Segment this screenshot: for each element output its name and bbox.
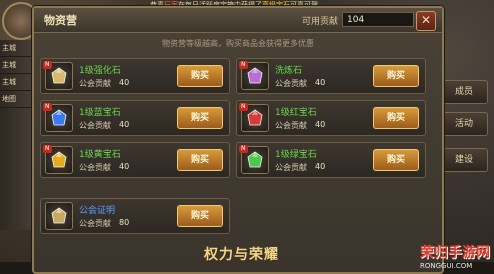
close-button[interactable]: ✕ <box>416 11 436 31</box>
item-name: 1级绿宝石 <box>275 150 317 160</box>
cost-label: 公会贡献 <box>79 163 111 172</box>
new-badge: N <box>239 103 248 111</box>
left-sidebar: 主城 主城 主城 地图 <box>0 40 36 230</box>
panel-header: 物资营 可用贡献 104 ✕ <box>34 8 442 33</box>
cost-label: 公会贡献 <box>79 121 111 130</box>
item-name: 1级蓝宝石 <box>79 108 121 118</box>
item-icon-slot[interactable] <box>45 202 73 230</box>
item-icon-slot[interactable]: N <box>43 103 73 132</box>
cost-label: 公会贡献 <box>79 79 111 88</box>
cost-value: 40 <box>315 162 326 171</box>
cost-label: 公会贡献 <box>79 219 111 228</box>
panel-title: 物资营 <box>44 14 77 27</box>
contribution-label: 可用贡献 <box>302 17 339 27</box>
gem-icon <box>50 67 68 85</box>
sidebar-label[interactable]: 主城 <box>0 57 36 74</box>
new-badge: N <box>43 61 52 69</box>
item-icon-slot[interactable]: N <box>239 103 269 132</box>
item-icon-slot[interactable]: N <box>239 145 269 174</box>
item-card: N 1级强化石公会贡献 40 购买 <box>40 58 230 94</box>
contribution-value: 104 <box>342 12 414 27</box>
item-card: N 1级绿宝石公会贡献 40 购买 <box>236 142 426 178</box>
new-badge: N <box>43 103 52 111</box>
cost-value: 40 <box>119 78 130 87</box>
buy-button[interactable]: 购买 <box>373 65 419 87</box>
activity-button[interactable]: 活动 <box>440 112 488 136</box>
item-icon-slot[interactable]: N <box>43 61 73 90</box>
sidebar-label[interactable]: 地图 <box>0 91 36 108</box>
new-badge: N <box>43 145 52 153</box>
supply-camp-panel: 物资营 可用贡献 104 ✕ 物资营等级越高，购买商品会获得更多优惠 N 1级强化… <box>32 6 444 274</box>
gem-icon <box>246 67 264 85</box>
buy-button[interactable]: 购买 <box>177 65 223 87</box>
new-badge: N <box>239 145 248 153</box>
game-logo: 权力与荣耀 <box>204 247 279 263</box>
cost-label: 公会贡献 <box>275 121 307 130</box>
gem-icon <box>246 109 264 127</box>
cost-value: 40 <box>119 120 130 129</box>
item-name: 1级强化石 <box>79 66 121 76</box>
gem-icon <box>50 109 68 127</box>
cost-value: 40 <box>315 120 326 129</box>
item-name: 1级黄宝石 <box>79 150 121 160</box>
site-watermark: 荣归手游网 RONGGUI.COM <box>420 245 490 270</box>
cost-label: 公会贡献 <box>275 79 307 88</box>
build-button[interactable]: 建设 <box>440 148 488 172</box>
item-card: N 1级红宝石公会贡献 40 购买 <box>236 100 426 136</box>
cost-value: 80 <box>119 218 130 227</box>
buy-button[interactable]: 购买 <box>373 107 419 129</box>
discount-notice: 物资营等级越高，购买商品会获得更多优惠 <box>162 39 314 48</box>
gem-icon <box>50 207 68 225</box>
sidebar-label[interactable]: 主城 <box>0 74 36 91</box>
members-button[interactable]: 成员 <box>440 80 488 104</box>
gem-icon <box>246 151 264 169</box>
buy-button[interactable]: 购买 <box>177 107 223 129</box>
cost-label: 公会贡献 <box>275 163 307 172</box>
item-name: 洗炼石 <box>275 66 303 76</box>
item-card: N 1级蓝宝石公会贡献 40 购买 <box>40 100 230 136</box>
new-badge: N <box>239 61 248 69</box>
item-name: 1级红宝石 <box>275 108 317 118</box>
item-card: 公会证明公会贡献 80 购买 <box>40 198 230 234</box>
buy-button[interactable]: 购买 <box>373 149 419 171</box>
buy-button[interactable]: 购买 <box>177 205 223 227</box>
cost-value: 40 <box>315 78 326 87</box>
gem-icon <box>50 151 68 169</box>
item-card: N 洗炼石公会贡献 40 购买 <box>236 58 426 94</box>
item-card: N 1级黄宝石公会贡献 40 购买 <box>40 142 230 178</box>
item-icon-slot[interactable]: N <box>239 61 269 90</box>
item-name: 公会证明 <box>79 206 116 216</box>
cost-value: 40 <box>119 162 130 171</box>
item-icon-slot[interactable]: N <box>43 145 73 174</box>
buy-button[interactable]: 购买 <box>177 149 223 171</box>
sidebar-label[interactable]: 主城 <box>0 40 36 57</box>
